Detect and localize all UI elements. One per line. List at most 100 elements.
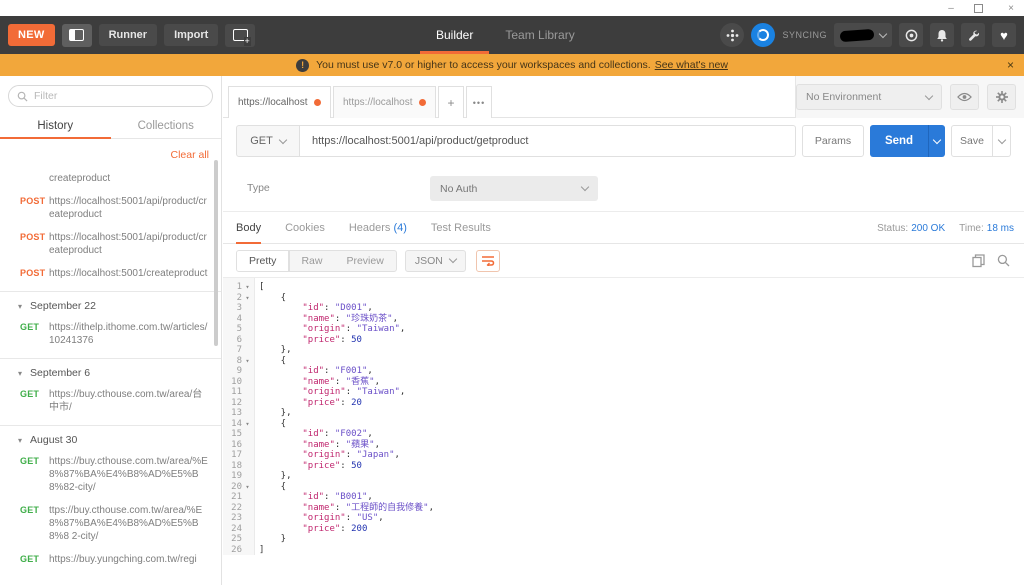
clear-all-link[interactable]: Clear all (170, 149, 209, 161)
history-item[interactable]: POST https://localhost:5001/api/product/c… (0, 226, 221, 262)
view-raw[interactable]: Raw (289, 251, 334, 271)
request-tab-1[interactable]: https://localhost:50( (228, 86, 331, 118)
line-gutter[interactable]: 6 (223, 334, 255, 345)
view-pretty[interactable]: Pretty (237, 250, 290, 271)
response-body-editor[interactable]: 1 ▾[2 ▾ {3 "id": "D001", 4 "name": "珍珠奶茶", 5… (223, 277, 1024, 585)
line-gutter[interactable]: 19 (223, 471, 255, 482)
unsaved-dot-icon (419, 99, 426, 106)
history-group-header[interactable]: ▾ September 22 (0, 296, 221, 316)
response-tab-cookies[interactable]: Cookies (285, 212, 325, 244)
wrap-text-button[interactable] (475, 249, 500, 272)
line-gutter[interactable]: 17 (223, 450, 255, 461)
response-tab-headers[interactable]: Headers (4) (349, 212, 407, 244)
settings-button[interactable] (961, 23, 985, 47)
history-item[interactable]: GET https://buy.yungching.com.tw/regi (0, 548, 221, 571)
fold-arrow-icon[interactable]: ▾ (242, 293, 253, 304)
line-gutter[interactable]: 15 (223, 429, 255, 440)
request-tab-2[interactable]: https://localhost:50( (333, 86, 436, 118)
line-gutter[interactable]: 5 (223, 324, 255, 335)
params-button[interactable]: Params (802, 125, 864, 157)
save-button[interactable]: Save (951, 125, 1011, 157)
history-item[interactable]: GET ttps://buy.cthouse.com.tw/area/%E8%87… (0, 499, 221, 548)
sidebar-toggle-button[interactable] (61, 23, 92, 47)
line-gutter[interactable]: 24 (223, 523, 255, 534)
history-item[interactable]: POST https://localhost:5001/createproduct (0, 262, 221, 285)
filter-input[interactable] (34, 90, 194, 102)
line-gutter[interactable]: 8 ▾ (223, 355, 255, 367)
fold-arrow-icon[interactable]: ▾ (242, 482, 253, 493)
send-button[interactable]: Send (870, 125, 945, 157)
environment-preview-button[interactable] (950, 84, 980, 110)
close-icon[interactable]: × (1004, 3, 1018, 14)
search-response-icon[interactable] (997, 254, 1010, 267)
fold-arrow-icon[interactable]: ▾ (242, 282, 253, 293)
sidebar-tab-collections[interactable]: Collections (111, 113, 222, 138)
fold-arrow-icon[interactable]: ▾ (242, 356, 253, 367)
line-gutter[interactable]: 7 (223, 345, 255, 356)
line-gutter[interactable]: 26 (223, 544, 255, 555)
history-group-header[interactable]: ▾ August 30 (0, 430, 221, 450)
runner-button[interactable]: Runner (98, 24, 158, 46)
copy-icon[interactable] (972, 253, 985, 268)
line-gutter[interactable]: 18 (223, 460, 255, 471)
line-gutter[interactable]: 23 (223, 513, 255, 524)
new-window-button[interactable] (225, 23, 256, 47)
line-gutter[interactable]: 11 (223, 387, 255, 398)
tab-options-button[interactable]: ••• (466, 86, 492, 118)
format-select[interactable]: JSON (404, 249, 466, 272)
send-options-button[interactable] (928, 125, 945, 157)
tab-builder[interactable]: Builder (420, 16, 490, 54)
save-options-button[interactable] (993, 125, 1011, 157)
line-gutter[interactable]: 25 (223, 534, 255, 545)
line-gutter[interactable]: 16 (223, 439, 255, 450)
environment-select[interactable]: No Environment (795, 84, 943, 110)
line-gutter[interactable]: 10 (223, 376, 255, 387)
account-menu[interactable] (834, 23, 892, 47)
code-line: 24 "price": 200 (223, 523, 1024, 534)
environment-settings-button[interactable] (987, 84, 1016, 110)
history-method: GET (20, 456, 40, 466)
history-item[interactable]: GET https://buy.cthouse.com.tw/area/%E8%8… (0, 450, 221, 499)
notifications-button[interactable] (930, 23, 954, 47)
code-line: 11 "origin": "Taiwan", (223, 387, 1024, 398)
banner-close-icon[interactable]: × (1007, 58, 1014, 72)
history-item[interactable]: createproduct (0, 167, 221, 190)
method-select[interactable]: GET (236, 125, 300, 157)
fold-arrow-icon[interactable]: ▾ (242, 419, 253, 430)
filter-box[interactable] (8, 85, 213, 107)
minimize-icon[interactable]: – (944, 3, 958, 14)
import-button[interactable]: Import (164, 24, 219, 46)
favorites-button[interactable]: ♥ (992, 23, 1016, 47)
line-gutter[interactable]: 2 ▾ (223, 292, 255, 304)
history-item[interactable]: GET https://buy.cthouse.com.tw/area/台中市/ (0, 383, 221, 419)
help-button[interactable] (899, 23, 923, 47)
response-tab-test-results[interactable]: Test Results (431, 212, 491, 244)
add-tab-button[interactable]: + (438, 86, 464, 118)
history-group-header[interactable]: ▾ September 6 (0, 363, 221, 383)
view-preview[interactable]: Preview (334, 251, 395, 271)
line-gutter[interactable]: 14 ▾ (223, 418, 255, 430)
line-gutter[interactable]: 1 ▾ (223, 282, 255, 293)
line-gutter[interactable]: 9 (223, 366, 255, 377)
history-item[interactable]: POST https://localhost:5001/api/product/c… (0, 190, 221, 226)
history-item[interactable]: GET https://ithelp.ithome.com.tw/articles… (0, 316, 221, 352)
see-whats-new-link[interactable]: See what's new (655, 59, 728, 71)
url-input[interactable] (300, 125, 796, 157)
tab-team-library[interactable]: Team Library (489, 16, 590, 54)
line-gutter[interactable]: 20 ▾ (223, 481, 255, 493)
line-gutter[interactable]: 12 (223, 397, 255, 408)
interceptor-button[interactable] (720, 23, 745, 47)
line-gutter[interactable]: 21 (223, 492, 255, 503)
sidebar-scrollbar[interactable] (214, 160, 218, 346)
line-gutter[interactable]: 13 (223, 408, 255, 419)
line-gutter[interactable]: 4 (223, 313, 255, 324)
response-tab-body[interactable]: Body (236, 212, 262, 244)
sidebar-tab-history[interactable]: History (0, 113, 111, 139)
line-gutter[interactable]: 22 (223, 502, 255, 513)
line-gutter[interactable]: 3 (223, 303, 255, 314)
maximize-icon[interactable] (974, 3, 988, 13)
sync-status-button[interactable] (751, 23, 776, 47)
auth-type-select[interactable]: No Auth (430, 176, 598, 201)
new-button[interactable]: NEW (8, 24, 55, 46)
chevron-down-icon (878, 29, 888, 38)
